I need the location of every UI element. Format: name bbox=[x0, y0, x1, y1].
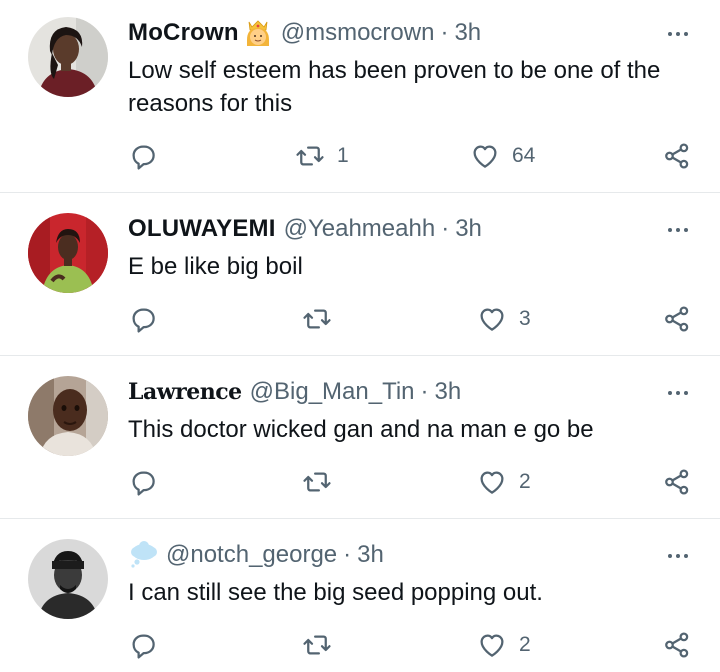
tweet-1[interactable]: MoCrown @msmocrown · 3h Low self esteem … bbox=[0, 0, 720, 192]
reply-icon bbox=[128, 467, 158, 497]
more-icon[interactable] bbox=[662, 544, 694, 568]
separator-dot: · bbox=[420, 378, 429, 405]
heart-icon bbox=[470, 141, 500, 171]
separator-dot: · bbox=[343, 541, 352, 568]
reply-button[interactable] bbox=[128, 140, 170, 172]
crowned-person-emoji-icon bbox=[243, 18, 273, 48]
retweet-count: 1 bbox=[337, 144, 349, 167]
separator-dot: · bbox=[441, 215, 450, 242]
heart-icon bbox=[477, 630, 507, 660]
tweet-text: I can still see the big seed popping out… bbox=[128, 579, 543, 606]
like-button[interactable]: 3 bbox=[477, 303, 531, 335]
display-name[interactable]: MoCrown bbox=[128, 19, 239, 47]
tweet-header: MoCrown @msmocrown · 3h bbox=[128, 17, 481, 49]
reply-icon bbox=[128, 630, 158, 660]
tweet-3[interactable]: Lawrence @Big_Man_Tin · 3h This doctor w… bbox=[0, 356, 720, 518]
retweet-icon bbox=[295, 141, 325, 171]
avatar-big-man-tin[interactable] bbox=[28, 376, 108, 456]
share-button[interactable] bbox=[662, 303, 692, 335]
share-icon bbox=[662, 630, 692, 660]
tweet-text: This doctor wicked gan and na man e go b… bbox=[128, 416, 594, 443]
share-button[interactable] bbox=[662, 140, 692, 172]
like-button[interactable]: 2 bbox=[477, 629, 531, 661]
more-icon[interactable] bbox=[662, 218, 694, 242]
share-icon bbox=[662, 141, 692, 171]
tweet-header: Lawrence @Big_Man_Tin · 3h bbox=[128, 376, 461, 408]
share-button[interactable] bbox=[662, 466, 692, 498]
like-count: 3 bbox=[519, 307, 531, 330]
heart-icon bbox=[477, 304, 507, 334]
retweet-button[interactable]: 1 bbox=[295, 140, 349, 172]
like-button[interactable]: 2 bbox=[477, 466, 531, 498]
reply-icon bbox=[128, 304, 158, 334]
heart-icon bbox=[477, 467, 507, 497]
retweet-icon bbox=[302, 630, 332, 660]
retweet-button[interactable] bbox=[302, 629, 344, 661]
reply-button[interactable] bbox=[128, 303, 170, 335]
timestamp[interactable]: 3h bbox=[357, 541, 384, 569]
display-name[interactable]: OLUWAYEMI bbox=[128, 215, 276, 243]
like-count: 2 bbox=[519, 633, 531, 656]
retweet-icon bbox=[302, 304, 332, 334]
retweet-icon bbox=[302, 467, 332, 497]
reply-button[interactable] bbox=[128, 629, 170, 661]
timestamp[interactable]: 3h bbox=[435, 378, 462, 406]
avatar-notch-george[interactable] bbox=[28, 539, 108, 619]
avatar-yeahmeahh[interactable] bbox=[28, 213, 108, 293]
display-name[interactable]: Lawrence bbox=[128, 379, 242, 405]
more-icon[interactable] bbox=[662, 22, 694, 46]
like-button[interactable]: 64 bbox=[470, 140, 535, 172]
thought-balloon-emoji-icon bbox=[128, 540, 158, 570]
tweet-text: Low self esteem has been proven to be on… bbox=[128, 57, 661, 117]
share-icon bbox=[662, 467, 692, 497]
avatar-msmocrown[interactable] bbox=[28, 17, 108, 97]
retweet-button[interactable] bbox=[302, 466, 344, 498]
tweet-header: @notch_george · 3h bbox=[128, 539, 384, 571]
more-icon[interactable] bbox=[662, 381, 694, 405]
tweet-2[interactable]: OLUWAYEMI @Yeahmeahh · 3h E be like big … bbox=[0, 193, 720, 355]
tweet-4[interactable]: @notch_george · 3h I can still see the b… bbox=[0, 519, 720, 672]
reply-feed: MoCrown @msmocrown · 3h Low self esteem … bbox=[0, 0, 720, 672]
handle[interactable]: @Big_Man_Tin bbox=[250, 378, 415, 406]
timestamp[interactable]: 3h bbox=[454, 19, 481, 47]
share-icon bbox=[662, 304, 692, 334]
action-bar: 3 bbox=[0, 303, 720, 335]
reply-icon bbox=[128, 141, 158, 171]
like-count: 2 bbox=[519, 470, 531, 493]
tweet-text: E be like big boil bbox=[128, 253, 303, 280]
handle[interactable]: @Yeahmeahh bbox=[284, 215, 436, 243]
action-bar: 1 64 bbox=[0, 140, 720, 172]
reply-button[interactable] bbox=[128, 466, 170, 498]
action-bar: 2 bbox=[0, 466, 720, 498]
retweet-button[interactable] bbox=[302, 303, 344, 335]
separator-dot: · bbox=[440, 19, 449, 46]
action-bar: 2 bbox=[0, 629, 720, 661]
tweet-header: OLUWAYEMI @Yeahmeahh · 3h bbox=[128, 213, 482, 245]
share-button[interactable] bbox=[662, 629, 692, 661]
like-count: 64 bbox=[512, 144, 536, 167]
handle[interactable]: @msmocrown bbox=[281, 19, 435, 47]
timestamp[interactable]: 3h bbox=[455, 215, 482, 243]
handle[interactable]: @notch_george bbox=[166, 541, 337, 569]
